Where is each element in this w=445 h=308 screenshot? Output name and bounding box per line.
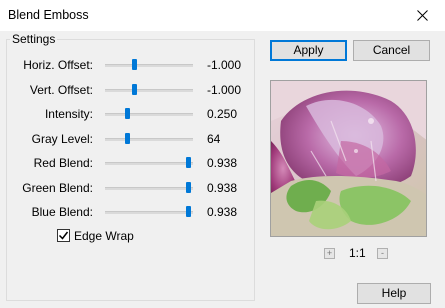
vert-offset-label: Vert. Offset: [29,83,93,97]
preview-image [270,80,427,237]
green-blend-value: 0.938 [207,181,238,195]
horiz-offset-value: -1.000 [207,58,242,72]
settings-group-label: Settings [10,32,58,46]
red-blend-value: 0.938 [207,156,238,170]
red-blend-label: Red Blend: [33,156,93,170]
intensity-slider-thumb[interactable] [125,108,130,119]
blue-blend-slider-thumb[interactable] [186,206,191,217]
gray-level-slider-thumb[interactable] [125,133,130,144]
red-blend-slider-track[interactable] [105,162,193,165]
edge-wrap-checkbox[interactable] [57,229,70,242]
intensity-slider-track[interactable] [105,113,193,116]
blue-blend-label: Blue Blend: [31,205,93,219]
horiz-offset-label: Horiz. Offset: [23,58,93,72]
checkmark-icon [58,231,69,240]
blue-blend-slider-track[interactable] [105,211,193,214]
vert-offset-slider-thumb[interactable] [132,84,137,95]
apply-button[interactable]: Apply [270,40,347,61]
vert-offset-value: -1.000 [207,83,242,97]
green-blend-slider-thumb[interactable] [186,182,191,193]
edge-wrap-label[interactable]: Edge Wrap [74,229,134,243]
vert-offset-slider-track[interactable] [105,89,193,92]
green-blend-label: Green Blend: [22,181,93,195]
title-bar: Blend Emboss [0,0,445,31]
zoom-in-button[interactable]: + [324,248,335,259]
horiz-offset-slider-thumb[interactable] [132,59,137,70]
horiz-offset-slider-track[interactable] [105,64,193,67]
help-button[interactable]: Help [357,283,431,304]
green-blend-slider-track[interactable] [105,187,193,190]
zoom-out-button[interactable]: - [377,248,388,259]
close-icon [416,10,428,21]
gray-level-label: Gray Level: [31,132,93,146]
zoom-level-label: 1:1 [349,246,366,260]
flower-preview [271,81,426,236]
window-title: Blend Emboss [8,8,89,22]
settings-group [6,39,255,301]
intensity-value: 0.250 [207,107,238,121]
blue-blend-value: 0.938 [207,205,238,219]
red-blend-slider-thumb[interactable] [186,157,191,168]
intensity-label: Intensity: [44,107,93,121]
gray-level-slider-track[interactable] [105,138,193,141]
cancel-button[interactable]: Cancel [353,40,430,61]
close-button[interactable] [399,0,445,31]
gray-level-value: 64 [207,132,221,146]
